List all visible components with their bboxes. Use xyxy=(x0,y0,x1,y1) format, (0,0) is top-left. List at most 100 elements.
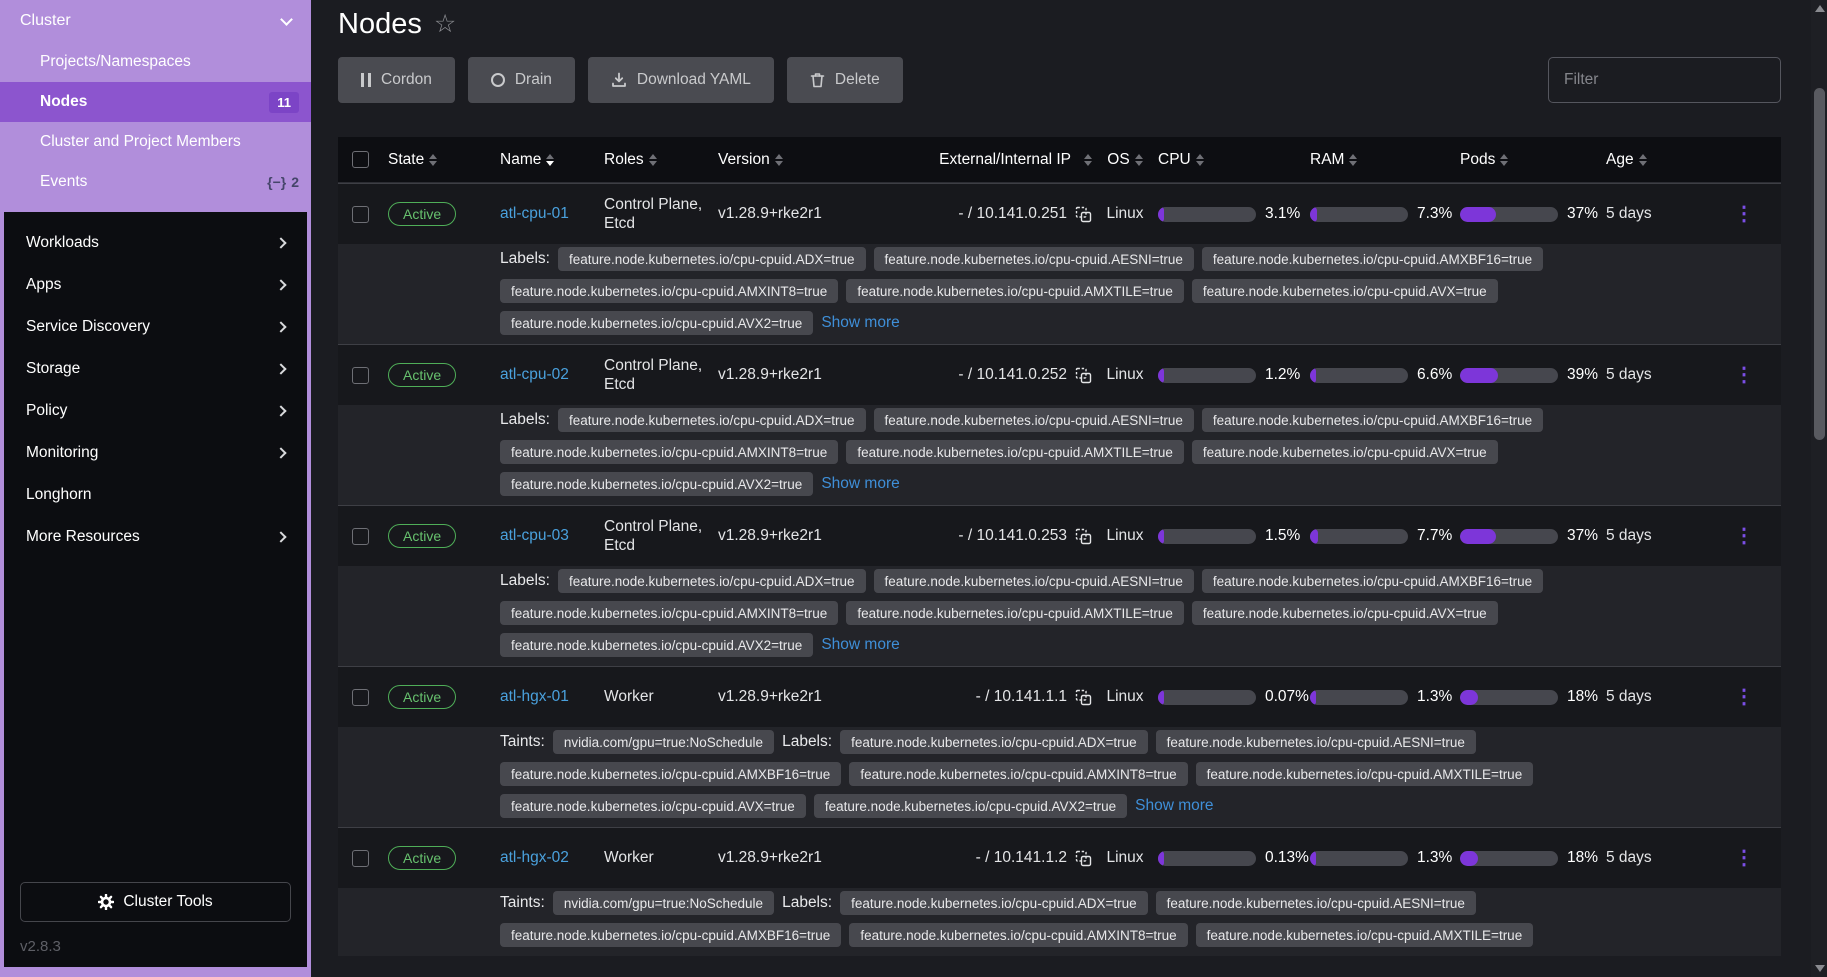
scrollbar-thumb[interactable] xyxy=(1814,88,1825,440)
pods-meter xyxy=(1460,368,1558,383)
row-menu-button[interactable]: ⋮ xyxy=(1734,204,1754,224)
node-name-link[interactable]: atl-hgx-02 xyxy=(500,849,569,867)
copy-icon[interactable] xyxy=(1075,528,1092,545)
sidebar-section-cluster[interactable]: Cluster xyxy=(0,0,311,42)
taints-labels-row: Taints: nvidia.com/gpu=true:NoSchedule L… xyxy=(338,888,1781,956)
node-name-link[interactable]: atl-cpu-02 xyxy=(500,366,569,384)
scroll-up-arrow-icon[interactable] xyxy=(1815,5,1825,12)
table-header: State Name Roles Version External/Intern… xyxy=(338,137,1781,183)
scroll-down-arrow-icon[interactable] xyxy=(1815,965,1825,972)
label-chip: feature.node.kubernetes.io/cpu-cpuid.AES… xyxy=(874,408,1194,432)
filter-input[interactable] xyxy=(1548,57,1781,103)
sidebar-nav-item[interactable]: More Resources xyxy=(4,516,307,558)
sidebar-item-nodes[interactable]: Nodes 11 xyxy=(0,82,311,122)
col-header-age[interactable]: Age xyxy=(1606,151,1676,169)
sidebar-nav-item[interactable]: Apps xyxy=(4,264,307,306)
favorite-star-icon[interactable]: ☆ xyxy=(434,12,456,37)
sidebar-item-events[interactable]: Events {−} 2 xyxy=(0,162,311,202)
copy-icon[interactable] xyxy=(1075,689,1092,706)
node-version: v1.28.9+rke2r1 xyxy=(718,688,852,706)
copy-icon[interactable] xyxy=(1075,367,1092,384)
row-menu-button[interactable]: ⋮ xyxy=(1734,365,1754,385)
sidebar-nav-item[interactable]: Workloads xyxy=(4,222,307,264)
labels-row: Labels: feature.node.kubernetes.io/cpu-c… xyxy=(338,566,1781,666)
delete-button[interactable]: Delete xyxy=(787,57,903,103)
sort-icon xyxy=(1639,154,1647,166)
copy-icon[interactable] xyxy=(1075,850,1092,867)
label-chip: feature.node.kubernetes.io/cpu-cpuid.AMX… xyxy=(500,440,838,464)
node-age: 5 days xyxy=(1606,688,1676,706)
node-roles: Control Plane, Etcd xyxy=(604,195,718,234)
label-chip: feature.node.kubernetes.io/cpu-cpuid.AMX… xyxy=(1202,247,1543,271)
show-more-link[interactable]: Show more xyxy=(821,636,899,654)
node-version: v1.28.9+rke2r1 xyxy=(718,849,852,867)
drain-button[interactable]: Drain xyxy=(468,57,575,103)
sidebar-nav-item[interactable]: Monitoring xyxy=(4,432,307,474)
select-all-checkbox[interactable] xyxy=(352,151,369,168)
sidebar-nav-item[interactable]: Longhorn xyxy=(4,474,307,516)
node-name-link[interactable]: atl-hgx-01 xyxy=(500,688,569,706)
node-ip: - / 10.141.1.2 xyxy=(976,849,1067,867)
row-menu-button[interactable]: ⋮ xyxy=(1734,526,1754,546)
nodes-table: State Name Roles Version External/Intern… xyxy=(338,137,1781,956)
sidebar-nav-item[interactable]: Service Discovery xyxy=(4,306,307,348)
row-menu-button[interactable]: ⋮ xyxy=(1734,848,1754,868)
cordon-button[interactable]: Cordon xyxy=(338,57,455,103)
sidebar-cluster-section: Cluster Projects/Namespaces Nodes 11 Clu… xyxy=(0,0,311,212)
table-row: Active atl-hgx-02 Worker v1.28.9+rke2r1 … xyxy=(338,827,1781,956)
sidebar-item-projects-namespaces[interactable]: Projects/Namespaces xyxy=(0,42,311,82)
show-more-link[interactable]: Show more xyxy=(1135,797,1213,815)
col-header-name[interactable]: Name xyxy=(500,151,604,169)
row-menu-button[interactable]: ⋮ xyxy=(1734,687,1754,707)
status-badge: Active xyxy=(388,524,456,548)
row-checkbox[interactable] xyxy=(352,528,369,545)
node-name-link[interactable]: atl-cpu-01 xyxy=(500,205,569,223)
download-yaml-button[interactable]: Download YAML xyxy=(588,57,774,103)
page-title: Nodes xyxy=(338,8,422,41)
label-chip: feature.node.kubernetes.io/cpu-cpuid.AMX… xyxy=(500,279,838,303)
ram-meter xyxy=(1310,207,1408,222)
label-chip: feature.node.kubernetes.io/cpu-cpuid.AVX… xyxy=(500,794,806,818)
sidebar-item-cluster-and-project-members[interactable]: Cluster and Project Members xyxy=(0,122,311,162)
status-badge: Active xyxy=(388,202,456,226)
node-name-link[interactable]: atl-cpu-03 xyxy=(500,527,569,545)
row-checkbox[interactable] xyxy=(352,206,369,223)
col-header-version[interactable]: Version xyxy=(718,151,852,169)
col-header-ip[interactable]: External/Internal IP xyxy=(852,151,1092,169)
row-checkbox[interactable] xyxy=(352,689,369,706)
table-row: Active atl-cpu-01 Control Plane, Etcd v1… xyxy=(338,183,1781,344)
col-header-os[interactable]: OS xyxy=(1092,151,1158,169)
col-header-pods[interactable]: Pods xyxy=(1460,151,1606,169)
node-os: Linux xyxy=(1092,527,1158,545)
node-os: Linux xyxy=(1092,205,1158,223)
sidebar: Cluster Projects/Namespaces Nodes 11 Clu… xyxy=(0,0,311,977)
node-ip: - / 10.141.0.252 xyxy=(958,366,1067,384)
page-header: Nodes ☆ xyxy=(338,0,1781,41)
ram-meter xyxy=(1310,851,1408,866)
label-chip: feature.node.kubernetes.io/cpu-cpuid.AMX… xyxy=(849,762,1187,786)
copy-icon[interactable] xyxy=(1075,206,1092,223)
row-checkbox[interactable] xyxy=(352,367,369,384)
col-header-roles[interactable]: Roles xyxy=(604,151,718,169)
label-chip: feature.node.kubernetes.io/cpu-cpuid.AMX… xyxy=(846,601,1184,625)
col-header-ram[interactable]: RAM xyxy=(1310,151,1460,169)
vertical-scrollbar[interactable] xyxy=(1811,0,1827,977)
table-row: Active atl-cpu-03 Control Plane, Etcd v1… xyxy=(338,505,1781,666)
trash-icon xyxy=(810,72,825,88)
show-more-link[interactable]: Show more xyxy=(821,475,899,493)
node-os: Linux xyxy=(1092,366,1158,384)
show-more-link[interactable]: Show more xyxy=(821,314,899,332)
col-header-cpu[interactable]: CPU xyxy=(1158,151,1310,169)
sort-icon xyxy=(546,154,554,166)
sort-icon xyxy=(775,154,783,166)
row-checkbox[interactable] xyxy=(352,850,369,867)
cluster-tools-button[interactable]: Cluster Tools xyxy=(20,882,291,922)
col-header-state[interactable]: State xyxy=(388,151,500,169)
sort-icon xyxy=(649,154,657,166)
sidebar-nav-item[interactable]: Policy xyxy=(4,390,307,432)
label-chip: feature.node.kubernetes.io/cpu-cpuid.AMX… xyxy=(1202,569,1543,593)
label-chip: feature.node.kubernetes.io/cpu-cpuid.ADX… xyxy=(840,891,1148,915)
main-content: Nodes ☆ Cordon Drain Download YAML xyxy=(311,0,1827,977)
sidebar-nav-item[interactable]: Storage xyxy=(4,348,307,390)
node-ip: - / 10.141.0.251 xyxy=(958,205,1067,223)
